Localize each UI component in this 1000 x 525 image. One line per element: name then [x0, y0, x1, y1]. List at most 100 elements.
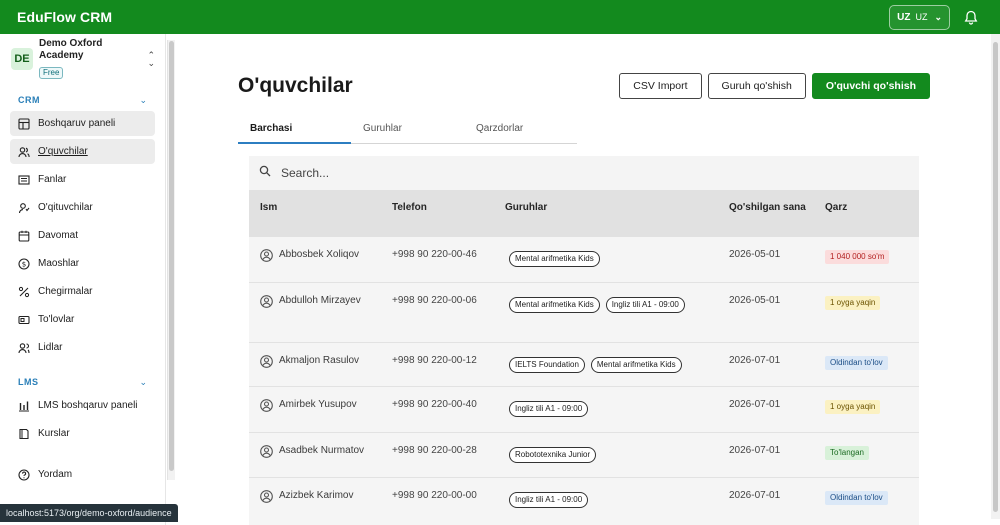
- sidebar-item-payments[interactable]: To'lovlar: [10, 307, 155, 332]
- student-name[interactable]: Azizbek Karimov: [279, 490, 353, 501]
- top-bar-actions: UZ UZ ⌄: [889, 4, 983, 30]
- section-crm-label: CRM: [18, 95, 40, 105]
- org-avatar: DE: [11, 48, 33, 70]
- page-scrollbar[interactable]: [991, 34, 1000, 519]
- group-chip[interactable]: Mental arifmetika Kids: [509, 251, 600, 267]
- plan-badge: Free: [39, 67, 64, 79]
- teacher-icon: [17, 201, 30, 214]
- sidebar-item-students[interactable]: O'quvchilar: [10, 139, 155, 164]
- student-groups: Ingliz tili A1 - 09:00: [505, 387, 729, 432]
- debt-badge: To'langan: [825, 446, 869, 460]
- tab-all[interactable]: Barchasi: [238, 123, 351, 144]
- book-icon: [17, 173, 30, 186]
- sidebar-item-courses[interactable]: Kurslar: [10, 421, 155, 446]
- section-lms[interactable]: LMS ⌄: [0, 374, 165, 390]
- section-crm[interactable]: CRM ⌄: [0, 92, 165, 108]
- group-chip[interactable]: Mental arifmetika Kids: [590, 357, 682, 373]
- column-groups[interactable]: Guruhlar: [505, 190, 729, 237]
- column-name[interactable]: Ism: [249, 190, 392, 237]
- student-phone: +998 90 220-00-46: [392, 249, 477, 260]
- sidebar-item-subjects[interactable]: Fanlar: [10, 167, 155, 192]
- student-name[interactable]: Akmaljon Rasulov: [279, 355, 359, 366]
- student-date: 2026-05-01: [729, 249, 781, 260]
- column-phone[interactable]: Telefon: [392, 190, 505, 237]
- group-chip[interactable]: Ingliz tili A1 - 09:00: [509, 492, 589, 508]
- language-label: UZ: [915, 12, 928, 22]
- group-chip[interactable]: Ingliz tili A1 - 09:00: [509, 401, 589, 417]
- chevron-updown-icon[interactable]: ⌃ ⌄: [147, 51, 155, 68]
- user-avatar-icon: [260, 399, 273, 415]
- help-icon: [17, 468, 30, 481]
- sidebar-item-lms-dashboard[interactable]: LMS boshqaruv paneli: [10, 393, 155, 418]
- student-groups: IELTS Foundation Mental arifmetika Kids: [505, 343, 729, 386]
- table-row[interactable]: Abdulloh Mirzayev +998 90 220-00-06 Ment…: [249, 283, 919, 343]
- student-date: 2026-05-01: [729, 295, 781, 306]
- student-groups: Mental arifmetika Kids Ingliz tili A1 - 0…: [505, 283, 729, 342]
- student-name-cell: Azizbek Karimov: [249, 478, 392, 525]
- search-icon: [259, 164, 271, 182]
- calendar-icon: [17, 229, 30, 242]
- sidebar-item-label: To'lovlar: [38, 314, 75, 325]
- users-icon: [17, 145, 30, 158]
- student-name[interactable]: Abdulloh Mirzayev: [279, 295, 361, 306]
- search-input[interactable]: [281, 166, 681, 180]
- chevron-down-icon: ⌄: [139, 376, 147, 387]
- sidebar-item-label: O'qituvchilar: [38, 202, 93, 213]
- sidebar: DE Demo Oxford Academy Free ⌃ ⌄ CRM ⌄ Bos…: [0, 34, 166, 525]
- sidebar-item-dashboard[interactable]: Boshqaruv paneli: [10, 111, 155, 136]
- table-row[interactable]: Azizbek Karimov +998 90 220-00-00 Ingliz…: [249, 478, 919, 525]
- student-name[interactable]: Amirbek Yusupov: [279, 399, 357, 410]
- search-bar: [249, 156, 919, 190]
- sidebar-item-label: LMS boshqaruv paneli: [38, 400, 138, 411]
- tab-groups[interactable]: Guruhlar: [351, 123, 464, 144]
- table-row[interactable]: Asadbek Nurmatov +998 90 220-00-28 Robot…: [249, 433, 919, 478]
- sidebar-item-teachers[interactable]: O'qituvchilar: [10, 195, 155, 220]
- student-name[interactable]: Asadbek Nurmatov: [279, 445, 364, 456]
- add-group-button[interactable]: Guruh qo'shish: [707, 73, 806, 99]
- group-chip[interactable]: Robototexnika Junior: [509, 447, 597, 463]
- chart-icon: [17, 399, 30, 412]
- sidebar-item-label: Fanlar: [38, 174, 67, 185]
- column-date[interactable]: Qo'shilgan sana: [729, 190, 825, 237]
- sidebar-bottom: Yordam: [10, 462, 156, 487]
- students-table: Ism Telefon Guruhlar Qo'shilgan sana Qar…: [249, 156, 919, 525]
- sidebar-scrollbar[interactable]: [167, 40, 175, 480]
- sidebar-item-discounts[interactable]: Chegirmalar: [10, 279, 155, 304]
- notifications-bell-icon[interactable]: [958, 5, 983, 30]
- student-groups: Robototexnika Junior: [505, 433, 729, 477]
- table-row[interactable]: Akmaljon Rasulov +998 90 220-00-12 IELTS…: [249, 343, 919, 387]
- sidebar-scrollbar-thumb[interactable]: [169, 41, 174, 471]
- brand-logo[interactable]: EduFlow CRM: [17, 9, 112, 25]
- table-row[interactable]: Abbosbek Xoliqov +998 90 220-00-46 Menta…: [249, 237, 919, 283]
- tab-debtors[interactable]: Qarzdorlar: [464, 123, 577, 144]
- user-avatar-icon: [260, 490, 273, 506]
- table-row[interactable]: Amirbek Yusupov +998 90 220-00-40 Ingliz…: [249, 387, 919, 433]
- column-debt[interactable]: Qarz: [825, 190, 919, 237]
- language-select[interactable]: UZ UZ ⌄: [889, 4, 950, 30]
- page-actions: CSV Import Guruh qo'shish O'quvchi qo'sh…: [619, 73, 930, 99]
- group-chip[interactable]: Mental arifmetika Kids: [509, 297, 600, 313]
- sidebar-item-label: Kurslar: [38, 428, 70, 439]
- csv-import-button[interactable]: CSV Import: [619, 73, 702, 99]
- student-date: 2026-07-01: [729, 355, 781, 366]
- org-switcher[interactable]: DE Demo Oxford Academy Free ⌃ ⌄: [0, 34, 165, 79]
- group-chip[interactable]: Ingliz tili A1 - 09:00: [605, 297, 685, 313]
- student-name[interactable]: Abbosbek Xoliqov: [279, 249, 359, 260]
- student-name-cell: Akmaljon Rasulov: [249, 343, 392, 386]
- user-avatar-icon: [260, 445, 273, 461]
- sidebar-item-label: Davomat: [38, 230, 79, 241]
- add-student-button[interactable]: O'quvchi qo'shish: [811, 73, 930, 99]
- student-name-cell: Abdulloh Mirzayev: [249, 283, 392, 342]
- sidebar-item-salaries[interactable]: $ Maoshlar: [10, 251, 155, 276]
- user-avatar-icon: [260, 249, 273, 265]
- debt-badge: 1 040 000 so'm: [825, 250, 890, 264]
- sidebar-item-help[interactable]: Yordam: [10, 462, 156, 487]
- sidebar-item-leads[interactable]: Lidlar: [10, 335, 155, 360]
- student-phone: +998 90 220-00-40: [392, 399, 477, 410]
- crm-nav: Boshqaruv paneli O'quvchilar Fanlar O'qi…: [0, 111, 165, 360]
- sidebar-item-attendance[interactable]: Davomat: [10, 223, 155, 248]
- page-title: O'quvchilar: [238, 74, 353, 97]
- group-chip[interactable]: IELTS Foundation: [509, 357, 585, 373]
- debt-badge: Oldindan to'lov: [825, 491, 888, 505]
- page-scrollbar-thumb[interactable]: [993, 42, 998, 512]
